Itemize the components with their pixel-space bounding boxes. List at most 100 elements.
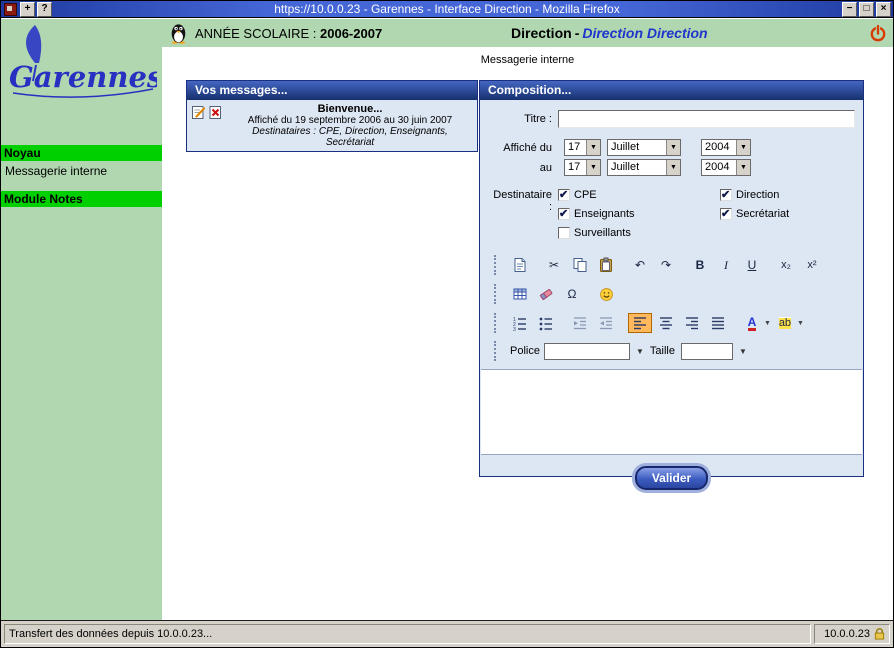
sidebar-item-messagerie-interne[interactable]: Messagerie interne (3, 163, 162, 179)
indent-icon-image (598, 315, 614, 331)
logout-button[interactable] (869, 24, 887, 42)
outdent-icon[interactable] (568, 313, 592, 333)
valider-button[interactable]: Valider (635, 466, 708, 490)
align-center-icon[interactable] (654, 313, 678, 333)
message-body-editor[interactable] (481, 369, 862, 455)
school-year-label: ANNÉE SCOLAIRE : (195, 26, 316, 41)
pin-button[interactable]: + (20, 2, 35, 17)
secretariat-checkbox-label: Secrétariat (736, 208, 789, 220)
to-month-select[interactable]: Juillet ▼ (607, 159, 681, 176)
police-dropdown-arrow[interactable]: ▼ (634, 347, 646, 356)
superscript-icon[interactable]: x² (800, 255, 824, 275)
to-year-select[interactable]: 2004 ▼ (701, 159, 751, 176)
cpe-checkbox[interactable] (558, 189, 570, 201)
special-char-icon[interactable]: Ω (560, 284, 584, 304)
highlight-dropdown-arrow[interactable]: ▼ (797, 320, 804, 327)
bullet-list-icon-image (538, 315, 554, 331)
subscript-icon[interactable]: x₂ (774, 255, 798, 275)
eraser-icon[interactable] (534, 284, 558, 304)
italic-icon[interactable]: I (714, 255, 738, 275)
school-year-value: 2006-2007 (320, 26, 382, 41)
bold-icon[interactable]: B (688, 255, 712, 275)
au-label: au (488, 162, 552, 174)
smiley-icon-image (599, 287, 614, 302)
school-year: ANNÉE SCOLAIRE : 2006-2007 (195, 26, 382, 41)
police-select[interactable] (544, 343, 630, 360)
undo-icon[interactable]: ↶ (628, 255, 652, 275)
window-title: https://10.0.0.23 - Garennes - Interface… (53, 1, 841, 17)
role-title: Direction (511, 25, 572, 41)
maximize-button[interactable]: □ (859, 2, 874, 17)
role-user-name: Direction Direction (582, 25, 707, 41)
align-right-icon[interactable] (680, 313, 704, 333)
secretariat-checkbox[interactable] (720, 208, 732, 220)
align-left-icon[interactable] (628, 313, 652, 333)
titre-label: Titre : (488, 113, 552, 125)
editor-toolbar-row-1: ✂ ↶ (480, 255, 863, 275)
toolbar-grip[interactable] (494, 255, 498, 275)
font-color-icon[interactable]: A (740, 313, 764, 333)
align-center-icon-image (658, 315, 674, 331)
sidebar-section-noyau: Noyau (1, 145, 162, 161)
underline-icon[interactable]: U (740, 255, 764, 275)
chevron-down-icon[interactable]: ▼ (586, 140, 600, 155)
titre-input[interactable] (558, 110, 855, 128)
toolbar-grip[interactable] (494, 313, 498, 333)
from-day-select[interactable]: 17 ▼ (564, 139, 601, 156)
chevron-down-icon[interactable]: ▼ (666, 140, 680, 155)
destinataire-label: Destinataire : (488, 189, 552, 213)
chevron-down-icon[interactable]: ▼ (666, 160, 680, 175)
chevron-down-icon[interactable]: ▼ (586, 160, 600, 175)
from-year-select[interactable]: 2004 ▼ (701, 139, 751, 156)
garennes-logo-image: Garennes (5, 21, 157, 105)
taille-label: Taille (650, 345, 675, 357)
smiley-icon[interactable] (594, 284, 618, 304)
direction-checkbox-label: Direction (736, 189, 779, 201)
recipients-checkbox-group: CPE Direction Enseignants Secrétari (558, 189, 789, 239)
document-icon[interactable] (508, 255, 532, 275)
paste-icon[interactable] (594, 255, 618, 275)
chevron-down-icon[interactable]: ▼ (736, 140, 750, 155)
topbar: ANNÉE SCOLAIRE : 2006-2007 Direction-Dir… (162, 19, 893, 47)
window-menu-icon[interactable] (4, 3, 17, 16)
power-icon (869, 24, 887, 42)
delete-message-icon[interactable] (208, 105, 223, 120)
enseignants-checkbox[interactable] (558, 208, 570, 220)
surveillants-checkbox-label: Surveillants (574, 227, 631, 239)
page-content: ANNÉE SCOLAIRE : 2006-2007 Direction-Dir… (162, 19, 893, 620)
indent-icon[interactable] (594, 313, 618, 333)
edit-message-icon[interactable] (191, 105, 206, 120)
align-justify-icon[interactable] (706, 313, 730, 333)
to-day-select[interactable]: 17 ▼ (564, 159, 601, 176)
affiche-du-label: Affiché du (488, 142, 552, 154)
message-list-item: Bienvenue... Affiché du 19 septembre 200… (187, 100, 477, 151)
cut-icon[interactable]: ✂ (542, 255, 566, 275)
taille-select[interactable] (681, 343, 733, 360)
chevron-down-icon[interactable]: ▼ (736, 160, 750, 175)
close-button[interactable]: × (876, 2, 891, 17)
insert-table-icon[interactable] (508, 284, 532, 304)
browser-window: + ? https://10.0.0.23 - Garennes - Inter… (0, 0, 894, 648)
from-month-select[interactable]: Juillet ▼ (607, 139, 681, 156)
cpe-checkbox-label: CPE (574, 189, 597, 201)
font-color-dropdown-arrow[interactable]: ▼ (764, 320, 771, 327)
table-icon-image (512, 286, 528, 302)
ordered-list-icon[interactable]: 123 (508, 313, 532, 333)
ordered-list-icon-image: 123 (512, 315, 528, 331)
toolbar-grip[interactable] (494, 284, 498, 304)
align-left-icon-image (632, 315, 648, 331)
bullet-list-icon[interactable] (534, 313, 558, 333)
surveillants-checkbox[interactable] (558, 227, 570, 239)
direction-checkbox[interactable] (720, 189, 732, 201)
toolbar-grip[interactable] (494, 341, 498, 361)
editor-toolbar-row-2: Ω (480, 284, 863, 304)
window-titlebar[interactable]: + ? https://10.0.0.23 - Garennes - Inter… (1, 1, 893, 18)
taille-dropdown-arrow[interactable]: ▼ (737, 347, 749, 356)
message-recipients: Destinataires : CPE, Direction, Enseigna… (227, 126, 473, 148)
copy-icon[interactable] (568, 255, 592, 275)
help-button[interactable]: ? (37, 2, 52, 17)
highlight-icon[interactable]: ab (773, 313, 797, 333)
redo-icon[interactable]: ↷ (654, 255, 678, 275)
minimize-button[interactable]: − (842, 2, 857, 17)
garennes-logo-text: Garennes (9, 60, 157, 94)
